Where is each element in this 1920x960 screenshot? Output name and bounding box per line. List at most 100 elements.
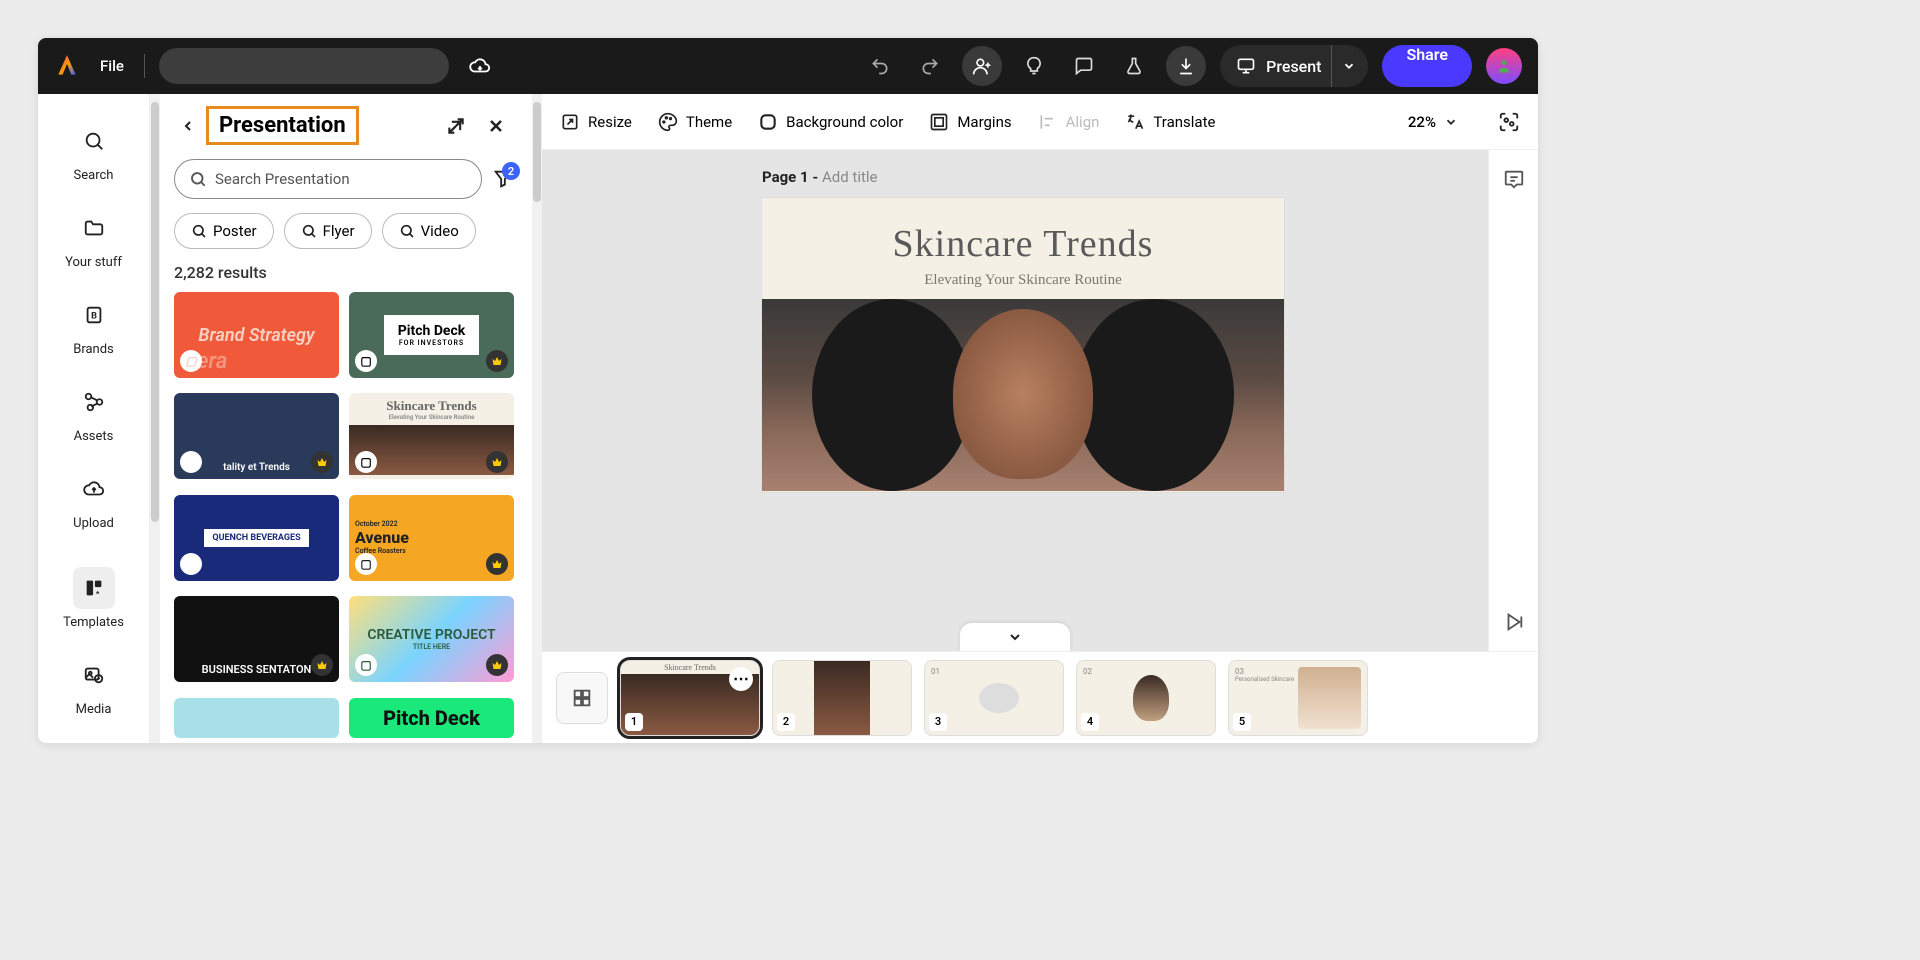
thumb-number: 2 [777, 713, 795, 731]
search-icon [399, 223, 415, 239]
templates-panel: Presentation Search Presentation 2 [160, 94, 532, 743]
card-title: Brand Strategy [198, 325, 314, 346]
tool-translate[interactable]: Translate [1125, 112, 1215, 132]
thumbnail-slide[interactable]: 2 [772, 660, 912, 736]
expand-thumbnails-tab[interactable] [960, 623, 1070, 651]
thumbnail-slide[interactable]: 01 3 [924, 660, 1064, 736]
chevron-down-icon [1007, 629, 1023, 645]
slide-title: Skincare Trends [762, 222, 1284, 266]
margins-icon [929, 112, 949, 132]
expand-icon[interactable] [438, 108, 474, 144]
tool-margins[interactable]: Margins [929, 112, 1011, 132]
thumb-number: 3 [929, 713, 947, 731]
card-sub: TITLE HERE [413, 643, 450, 651]
rail-media[interactable]: Media [49, 644, 139, 727]
rail-text[interactable] [49, 731, 139, 743]
multi-page-icon: ▢ [180, 350, 202, 372]
rail-your-stuff[interactable]: Your stuff [49, 197, 139, 280]
grid-icon [571, 687, 593, 709]
play-animation-icon[interactable] [1503, 611, 1525, 633]
card-title: tality et Trends [223, 462, 290, 473]
tool-label: Margins [957, 113, 1011, 131]
fit-icon[interactable] [1498, 111, 1520, 133]
file-menu[interactable]: File [94, 57, 130, 75]
card-title: Avenue [355, 528, 409, 547]
notes-icon[interactable] [1503, 168, 1525, 190]
rail-upload[interactable]: Upload [49, 458, 139, 541]
card-title: Pitch Deck [383, 706, 480, 730]
template-card[interactable]: Pitch Deck [349, 698, 514, 738]
thumb-number: 1 [625, 713, 643, 731]
template-card[interactable]: Brand Strategy Sera ▢ [174, 292, 339, 378]
thumb-more-icon[interactable]: ⋯ [729, 667, 753, 691]
template-search-input[interactable]: Search Presentation [174, 159, 482, 199]
pill-video[interactable]: Video [382, 213, 476, 249]
comment-icon[interactable] [1066, 48, 1102, 84]
tool-bgcolor[interactable]: Background color [758, 112, 903, 132]
thumbnail-slide[interactable]: Skincare Trends 1 ⋯ [620, 660, 760, 736]
rail-label: Assets [74, 429, 114, 444]
tool-label: Align [1066, 113, 1100, 131]
multi-page-icon: ▢ [180, 451, 202, 473]
template-card[interactable]: October 2022 Avenue Coffee Roasters ▢ [349, 495, 514, 581]
search-icon [83, 130, 105, 152]
page-label[interactable]: Page 1 - Add title [762, 168, 878, 186]
align-icon [1038, 112, 1058, 132]
global-search-input[interactable] [159, 48, 449, 84]
redo-icon[interactable] [912, 48, 948, 84]
lightbulb-icon[interactable] [1016, 48, 1052, 84]
left-scrollbar[interactable] [150, 94, 160, 743]
template-card[interactable]: BUSINESS SENTATON [174, 596, 339, 682]
media-icon [83, 664, 105, 686]
card-title: BUSINESS SENTATON [202, 663, 312, 676]
template-card[interactable]: Skincare Trends Elevating Your Skincare … [349, 393, 514, 479]
share-button[interactable]: Share [1382, 45, 1472, 87]
premium-icon [311, 654, 333, 676]
invite-user-icon[interactable] [962, 46, 1002, 86]
thumbnail-slide[interactable]: 02 4 [1076, 660, 1216, 736]
tool-label: Background color [786, 113, 903, 131]
panel-title-highlight: Presentation [206, 106, 359, 145]
panel-back-button[interactable] [174, 112, 202, 140]
present-caret-icon[interactable] [1331, 45, 1356, 87]
palette-icon [658, 112, 678, 132]
download-icon[interactable] [1166, 46, 1206, 86]
pill-flyer[interactable]: Flyer [284, 213, 372, 249]
template-card[interactable]: Pitch Deck FOR INVESTORS ▢ [349, 292, 514, 378]
thumb-title: 03 [1235, 667, 1294, 676]
app-logo-icon[interactable] [54, 53, 80, 79]
zoom-control[interactable]: 22% [1408, 113, 1458, 131]
premium-icon [311, 451, 333, 473]
template-card[interactable]: tality et Trends ▢ [174, 393, 339, 479]
premium-icon [486, 654, 508, 676]
rail-brands[interactable]: B Brands [49, 284, 139, 367]
rail-search[interactable]: Search [49, 110, 139, 193]
card-sub: Elevating Your Skincare Routine [389, 414, 475, 421]
tool-theme[interactable]: Theme [658, 112, 732, 132]
template-card[interactable] [174, 698, 339, 738]
tool-resize[interactable]: Resize [560, 112, 632, 132]
upload-icon [83, 478, 105, 500]
close-icon[interactable] [478, 108, 514, 144]
canvas-toolbar: Resize Theme Background color Margins Al… [542, 94, 1538, 150]
present-button[interactable]: Present [1220, 45, 1368, 87]
undo-icon[interactable] [862, 48, 898, 84]
slide[interactable]: Skincare Trends Elevating Your Skincare … [762, 198, 1284, 492]
pill-poster[interactable]: Poster [174, 213, 274, 249]
panel-scrollbar[interactable] [532, 94, 542, 743]
rail-assets[interactable]: Assets [49, 371, 139, 454]
search-placeholder: Search Presentation [215, 170, 350, 188]
beaker-icon[interactable] [1116, 48, 1152, 84]
rail-templates[interactable]: Templates [49, 557, 139, 640]
user-avatar[interactable] [1486, 48, 1522, 84]
filter-badge: 2 [502, 162, 520, 180]
template-card[interactable]: CREATIVE PROJECT TITLE HERE ▢ [349, 596, 514, 682]
thumbnail-slide[interactable]: 03Personalised Skincare 5 [1228, 660, 1368, 736]
grid-view-button[interactable] [556, 672, 608, 724]
templates-grid: Brand Strategy Sera ▢ Pitch Deck FOR INV… [174, 292, 514, 743]
canvas[interactable]: Page 1 - Add title Skincare Trends Eleva… [542, 150, 1488, 651]
template-card[interactable]: QUENCH BEVERAGES ▢ [174, 495, 339, 581]
zoom-value: 22% [1408, 113, 1436, 131]
cloud-sync-icon[interactable] [463, 49, 497, 83]
filter-button[interactable]: 2 [492, 168, 514, 190]
